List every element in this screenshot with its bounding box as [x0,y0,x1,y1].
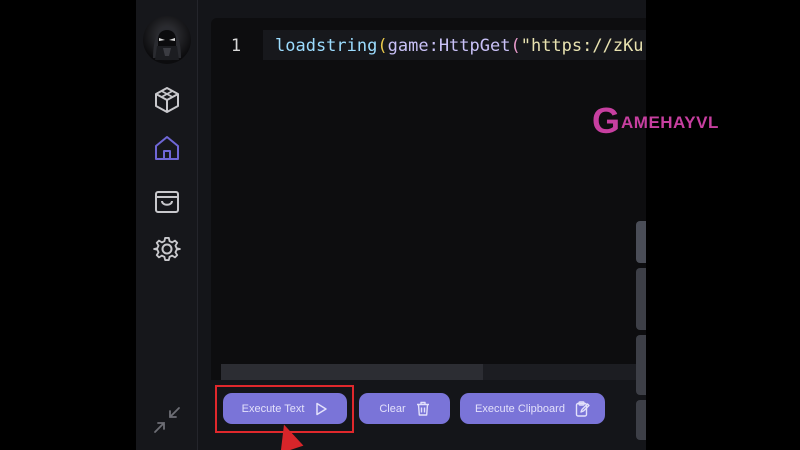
home-icon[interactable] [152,133,182,163]
side-tab[interactable] [636,335,646,395]
code-method: HttpGet [438,36,511,56]
code-line[interactable]: loadstring(game:HttpGet("https://zKu [275,32,644,60]
watermark-initial: G [592,100,621,141]
side-tab[interactable] [636,221,646,263]
side-tab[interactable] [636,268,646,330]
line-number: 1 [230,36,242,56]
code-string: "https://zKu [520,36,644,56]
sidebar [136,0,198,450]
watermark-text: AMEHAYVL [621,113,719,132]
execute-clipboard-button[interactable]: Execute Clipboard [460,393,605,424]
trash-icon [416,401,429,416]
clear-label: Clear [379,402,406,415]
cube-icon[interactable] [152,85,182,115]
horizontal-scrollbar[interactable] [221,364,646,380]
code-object: game [387,36,429,56]
execute-clipboard-label: Execute Clipboard [475,402,565,415]
ninja-logo-icon [153,26,181,60]
side-tab[interactable] [636,400,646,440]
collapse-icon[interactable] [152,405,182,435]
code-paren: ( [377,36,388,56]
clear-button[interactable]: Clear [359,393,450,424]
avatar[interactable] [143,16,191,64]
clipboard-icon [575,400,590,417]
code-function: loadstring [275,36,378,56]
shopping-bag-icon[interactable] [152,185,182,215]
code-editor[interactable]: 1 loadstring(game:HttpGet("https://zKu [211,18,646,380]
executor-window: 1 loadstring(game:HttpGet("https://zKu E… [136,0,646,450]
scrollbar-thumb[interactable] [221,364,483,380]
code-paren-2: ( [510,36,521,56]
watermark-logo: G AMEHAYVL [592,101,762,141]
code-colon: : [428,36,439,56]
gear-icon[interactable] [152,234,182,264]
